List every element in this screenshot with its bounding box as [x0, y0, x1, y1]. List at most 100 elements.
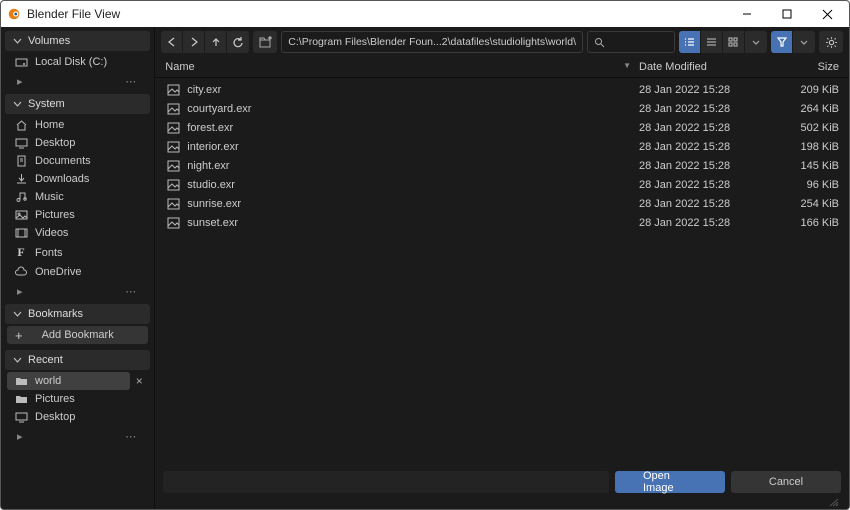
file-row[interactable]: city.exr28 Jan 2022 15:28209 KiB [159, 80, 845, 99]
picture-icon [13, 209, 29, 221]
folder-icon [13, 393, 29, 405]
sidebar-item-local-disk-c-[interactable]: Local Disk (C:) [7, 53, 148, 71]
panel-footer: ▸⋯ [5, 428, 150, 445]
image-file-icon [165, 177, 181, 193]
file-row[interactable]: sunrise.exr28 Jan 2022 15:28254 KiB [159, 194, 845, 213]
desktop-icon [13, 411, 29, 423]
sidebar-item-home[interactable]: Home [7, 116, 148, 134]
disk-icon [13, 56, 29, 68]
settings-button[interactable] [819, 31, 843, 53]
file-row[interactable]: forest.exr28 Jan 2022 15:28502 KiB [159, 118, 845, 137]
nav-group [161, 31, 249, 53]
filter-button[interactable] [771, 31, 793, 53]
sort-indicator-icon: ▼ [623, 61, 631, 73]
footer: Open Image Cancel [155, 465, 849, 499]
refresh-button[interactable] [227, 31, 249, 53]
sidebar-item-world[interactable]: world [7, 372, 130, 390]
add-bookmark-button[interactable]: +Add Bookmark [7, 326, 148, 344]
path-input[interactable]: C:\Program Files\Blender Foun...2\datafi… [281, 31, 583, 53]
view-thumb-button[interactable] [723, 31, 745, 53]
music-icon [13, 191, 29, 203]
view-sort-dropdown[interactable] [745, 31, 767, 53]
cancel-button[interactable]: Cancel [731, 471, 841, 493]
funnel-icon [776, 36, 788, 48]
expand-icon[interactable]: ▸ [17, 75, 23, 88]
chevron-down-icon [13, 37, 22, 46]
col-size[interactable]: Size [769, 61, 839, 73]
file-row[interactable]: sunset.exr28 Jan 2022 15:28166 KiB [159, 213, 845, 232]
more-icon[interactable]: ⋯ [125, 75, 138, 88]
filter-dropdown[interactable] [793, 31, 815, 53]
col-name[interactable]: Name [165, 61, 623, 73]
maximize-button[interactable] [767, 1, 807, 27]
desktop-icon [13, 137, 29, 149]
sidebar-item-fonts[interactable]: FFonts [7, 242, 148, 263]
expand-icon[interactable]: ▸ [17, 430, 23, 443]
image-file-icon [165, 196, 181, 212]
sidebar-item-desktop[interactable]: Desktop [7, 134, 148, 152]
sidebar-item-onedrive[interactable]: OneDrive [7, 263, 148, 281]
cloud-icon [13, 266, 29, 278]
file-row[interactable]: courtyard.exr28 Jan 2022 15:28264 KiB [159, 99, 845, 118]
panel-footer: ▸⋯ [5, 73, 150, 90]
image-file-icon [165, 120, 181, 136]
plus-icon: + [15, 328, 23, 343]
chevron-down-icon [13, 356, 22, 365]
sidebar-item-videos[interactable]: Videos [7, 224, 148, 242]
file-row[interactable]: night.exr28 Jan 2022 15:28145 KiB [159, 156, 845, 175]
panel-header-recent[interactable]: Recent [5, 350, 150, 370]
col-date[interactable]: Date Modified [639, 61, 769, 73]
toolbar: C:\Program Files\Blender Foun...2\datafi… [155, 27, 849, 57]
image-file-icon [165, 101, 181, 117]
filter-group [771, 31, 815, 53]
folder-icon [13, 375, 29, 387]
video-icon [13, 227, 29, 239]
image-file-icon [165, 158, 181, 174]
sidebar-item-pictures[interactable]: Pictures [7, 206, 148, 224]
sidebar-item-pictures[interactable]: Pictures [7, 390, 148, 408]
sidebar-item-downloads[interactable]: Downloads [7, 170, 148, 188]
panel-footer: ▸⋯ [5, 283, 150, 300]
search-input[interactable] [587, 31, 675, 53]
sidebar-item-music[interactable]: Music [7, 188, 148, 206]
file-row[interactable]: studio.exr28 Jan 2022 15:2896 KiB [159, 175, 845, 194]
filename-input[interactable] [163, 471, 609, 493]
chevron-down-icon [13, 100, 22, 109]
more-icon[interactable]: ⋯ [125, 285, 138, 298]
image-file-icon [165, 139, 181, 155]
chevron-down-icon [13, 310, 22, 319]
panel-header-system[interactable]: System [5, 94, 150, 114]
titlebar: Blender File View [1, 1, 849, 27]
forward-button[interactable] [183, 31, 205, 53]
expand-icon[interactable]: ▸ [17, 285, 23, 298]
open-button[interactable]: Open Image [615, 471, 725, 493]
sidebar-item-documents[interactable]: Documents [7, 152, 148, 170]
up-button[interactable] [205, 31, 227, 53]
image-file-icon [165, 215, 181, 231]
back-button[interactable] [161, 31, 183, 53]
home-icon [13, 119, 29, 131]
panel-header-volumes[interactable]: Volumes [5, 31, 150, 51]
new-dir-button[interactable] [253, 31, 277, 53]
view-detail-button[interactable] [701, 31, 723, 53]
image-file-icon [165, 82, 181, 98]
resize-grip-icon[interactable] [829, 499, 839, 505]
view-mode-group [679, 31, 767, 53]
docs-icon [13, 155, 29, 167]
font-icon: F [13, 245, 29, 260]
file-row[interactable]: interior.exr28 Jan 2022 15:28198 KiB [159, 137, 845, 156]
main-pane: C:\Program Files\Blender Foun...2\datafi… [155, 27, 849, 509]
panel-header-bookmarks[interactable]: Bookmarks [5, 304, 150, 324]
sidebar-item-desktop[interactable]: Desktop [7, 408, 148, 426]
window-title: Blender File View [27, 7, 727, 21]
close-button[interactable] [807, 1, 847, 27]
gear-icon [825, 36, 838, 49]
sidebar: VolumesLocal Disk (C:)▸⋯SystemHomeDeskto… [1, 27, 155, 509]
file-list-header[interactable]: Name ▼ Date Modified Size [155, 57, 849, 78]
more-icon[interactable]: ⋯ [125, 430, 138, 443]
remove-recent-button[interactable]: × [130, 372, 148, 390]
view-list-button[interactable] [679, 31, 701, 53]
minimize-button[interactable] [727, 1, 767, 27]
search-icon [594, 37, 605, 48]
blender-logo-icon [7, 7, 21, 21]
